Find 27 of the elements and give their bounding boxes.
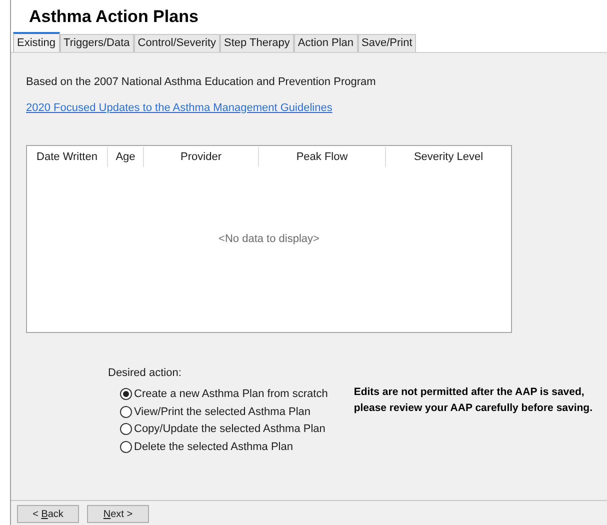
- radio-button[interactable]: [120, 440, 132, 453]
- tab[interactable]: Triggers/Data: [60, 34, 134, 52]
- window-title: Asthma Action Plans: [29, 6, 198, 28]
- warning-text: Edits are not permitted after the AAP is saved, please review your AAP carefully before saving.: [354, 384, 594, 416]
- radio-option[interactable]: View/Print the selected Asthma Plan: [120, 404, 328, 420]
- intro-text: Based on the 2007 National Asthma Education and Prevention Program: [26, 75, 377, 90]
- radio-option[interactable]: Delete the selected Asthma Plan: [120, 439, 328, 454]
- radio-button[interactable]: [120, 423, 132, 436]
- column-header[interactable]: Date Written: [27, 147, 108, 167]
- column-header[interactable]: Age: [108, 147, 144, 167]
- empty-message: <No data to display>: [218, 232, 320, 247]
- radio-button[interactable]: [120, 406, 132, 418]
- tab[interactable]: Existing: [13, 32, 60, 52]
- action-label: Desired action:: [108, 367, 182, 379]
- column-header[interactable]: Severity Level: [386, 147, 511, 167]
- tab[interactable]: Step Therapy: [220, 34, 294, 52]
- guidelines-link[interactable]: 2020 Focused Updates to the Asthma Management Guidelines: [26, 100, 332, 116]
- column-header[interactable]: Peak Flow: [259, 147, 386, 167]
- nav-button[interactable]: < Back: [17, 505, 79, 523]
- radio-option[interactable]: Copy/Update the selected Asthma Plan: [120, 422, 328, 437]
- radio-option[interactable]: Create a new Asthma Plan from scratch: [120, 386, 328, 402]
- column-header[interactable]: Provider: [144, 147, 259, 167]
- radio-button[interactable]: [120, 388, 132, 400]
- tab[interactable]: Control/Severity: [134, 34, 220, 52]
- tab[interactable]: Save/Print: [358, 34, 416, 52]
- nav-button[interactable]: Next >: [87, 505, 149, 523]
- tab[interactable]: Action Plan: [294, 34, 358, 52]
